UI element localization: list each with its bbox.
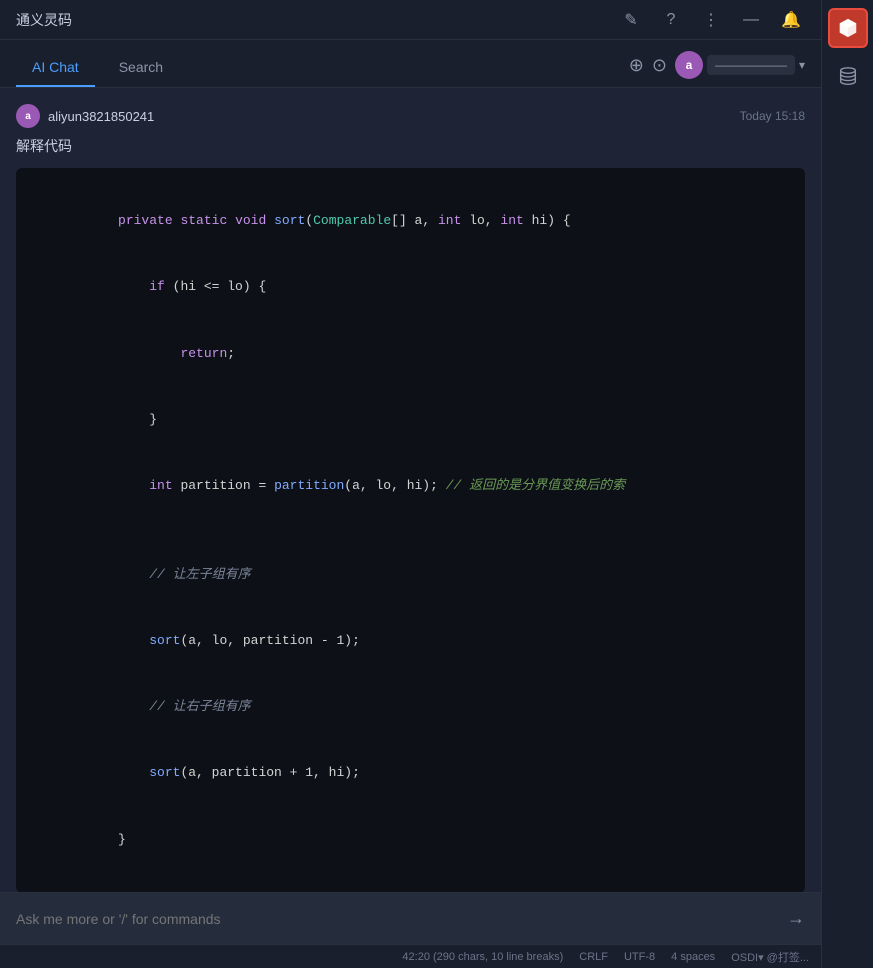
right-sidebar xyxy=(821,0,873,968)
user-name-text: —————— xyxy=(707,55,795,75)
top-bar: 通义灵码 ✎ ? ⋮ — 🔔 xyxy=(0,0,821,40)
app-title: 通义灵码 xyxy=(16,10,72,30)
avatar: a xyxy=(675,51,703,79)
user-name-area[interactable]: a —————— ▾ xyxy=(675,51,805,79)
tab-search[interactable]: Search xyxy=(103,49,179,87)
extra-status: OSDI▾ @打签... xyxy=(731,949,809,965)
message-time: Today 15:18 xyxy=(740,109,805,123)
message-text: 解释代码 xyxy=(16,136,805,156)
tab-actions: ⊕ ⊙ a —————— ▾ xyxy=(629,51,805,87)
plugin-button[interactable] xyxy=(828,8,868,48)
chat-input[interactable] xyxy=(16,911,779,927)
charset: UTF-8 xyxy=(624,951,655,963)
cursor-position: 42:20 (290 chars, 10 line breaks) xyxy=(402,951,563,963)
minimize-icon[interactable]: — xyxy=(737,6,765,34)
user-message: a aliyun3821850241 Today 15:18 解释代码 priv… xyxy=(16,104,805,892)
status-bar: 42:20 (290 chars, 10 line breaks) CRLF U… xyxy=(0,944,821,968)
database-icon xyxy=(837,65,859,87)
send-button[interactable]: → xyxy=(787,908,805,929)
user-avatar: a xyxy=(16,104,40,128)
username: aliyun3821850241 xyxy=(48,109,154,124)
edit-icon[interactable]: ✎ xyxy=(617,6,645,34)
new-chat-icon[interactable]: ⊕ xyxy=(629,55,644,76)
db-icon-button[interactable] xyxy=(828,56,868,96)
plugin-icon xyxy=(837,17,859,39)
tab-ai-chat[interactable]: AI Chat xyxy=(16,49,95,87)
message-header: a aliyun3821850241 Today 15:18 xyxy=(16,104,805,128)
dropdown-icon[interactable]: ▾ xyxy=(799,58,805,72)
chat-area: a aliyun3821850241 Today 15:18 解释代码 priv… xyxy=(0,88,821,892)
indent-info: 4 spaces xyxy=(671,951,715,963)
code-block: private static void sort(Comparable[] a,… xyxy=(16,168,805,892)
user-info: a aliyun3821850241 xyxy=(16,104,154,128)
history-icon[interactable]: ⊙ xyxy=(652,55,667,76)
bell-icon[interactable]: 🔔 xyxy=(777,6,805,34)
help-icon[interactable]: ? xyxy=(657,6,685,34)
menu-icon[interactable]: ⋮ xyxy=(697,6,725,34)
input-bar: → xyxy=(0,892,821,944)
line-ending: CRLF xyxy=(579,951,608,963)
tabs-bar: AI Chat Search ⊕ ⊙ a —————— ▾ xyxy=(0,40,821,88)
